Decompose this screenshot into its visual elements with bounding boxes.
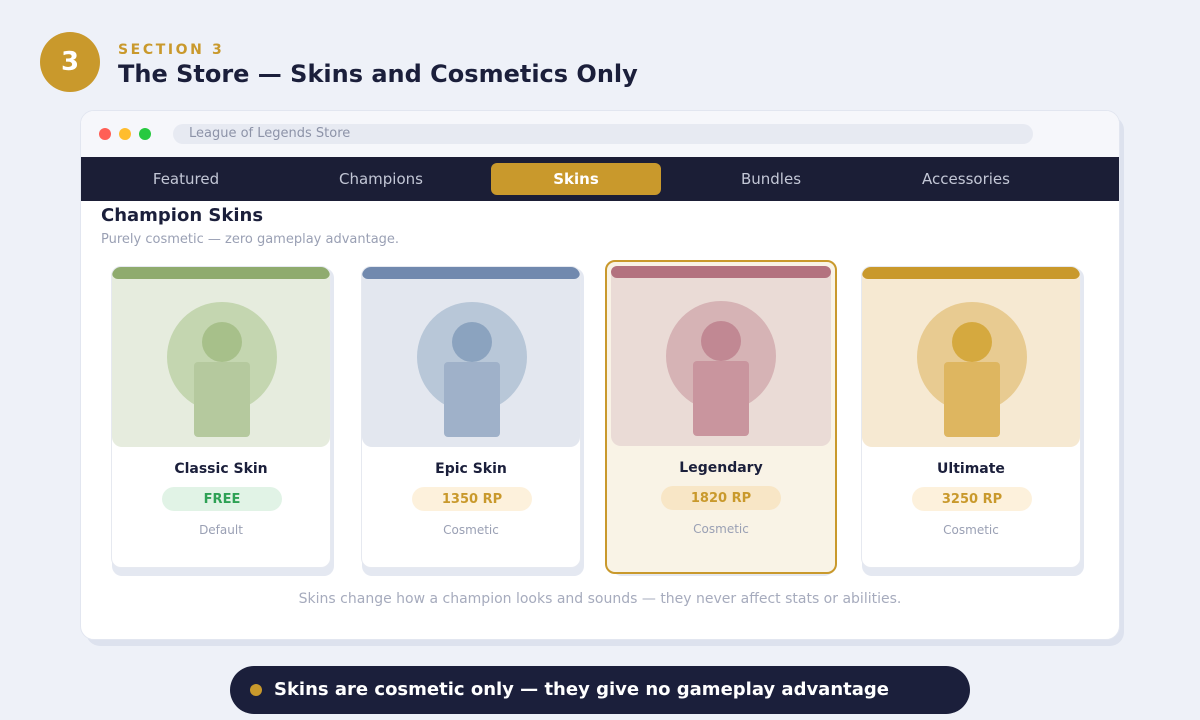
champion-head-icon <box>952 322 992 362</box>
maximize-window-dot-icon[interactable] <box>139 128 151 140</box>
skin-name: Legendary <box>679 460 763 476</box>
page-title: The Store — Skins and Cosmetics Only <box>118 60 638 88</box>
tab-bundles[interactable]: Bundles <box>686 163 856 195</box>
skin-card-legendary[interactable]: Legendary 1820 RP Cosmetic <box>605 260 837 574</box>
section-kicker: SECTION 3 <box>118 42 225 58</box>
bullet-dot-icon <box>250 684 262 696</box>
tab-accessories[interactable]: Accessories <box>881 163 1051 195</box>
takeaway-text: Skins are cosmetic only — they give no g… <box>274 679 889 700</box>
price-badge[interactable]: FREE <box>162 487 282 511</box>
skin-name: Ultimate <box>937 461 1005 477</box>
champion-head-icon <box>701 321 741 361</box>
skin-name: Epic Skin <box>435 461 507 477</box>
skin-type: Default <box>199 523 243 537</box>
tab-featured[interactable]: Featured <box>101 163 271 195</box>
skin-card-ultimate[interactable]: Ultimate 3250 RP Cosmetic <box>861 266 1081 568</box>
rarity-bar <box>112 267 330 279</box>
tab-skins[interactable]: Skins <box>491 163 661 195</box>
skin-type: Cosmetic <box>693 522 749 536</box>
rarity-bar <box>362 267 580 279</box>
skin-type: Cosmetic <box>443 523 499 537</box>
minimize-window-dot-icon[interactable] <box>119 128 131 140</box>
champion-body-icon <box>693 361 749 436</box>
section-number-badge: 3 <box>40 32 100 92</box>
champion-body-icon <box>444 362 500 437</box>
champion-body-icon <box>944 362 1000 437</box>
store-footnote: Skins change how a champion looks and so… <box>298 591 902 607</box>
takeaway-banner: Skins are cosmetic only — they give no g… <box>230 666 970 714</box>
rarity-bar <box>611 266 831 278</box>
skin-card-classic[interactable]: Classic Skin FREE Default <box>111 266 331 568</box>
content-title: Champion Skins <box>101 205 264 226</box>
champion-body-icon <box>194 362 250 437</box>
skin-name: Classic Skin <box>174 461 268 477</box>
skin-type: Cosmetic <box>943 523 999 537</box>
champion-head-icon <box>202 322 242 362</box>
price-badge[interactable]: 1350 RP <box>412 487 532 511</box>
tab-champions[interactable]: Champions <box>296 163 466 195</box>
address-bar[interactable]: League of Legends Store <box>173 124 1033 144</box>
price-badge[interactable]: 3250 RP <box>912 487 1032 511</box>
store-window: League of Legends Store Featured Champio… <box>80 110 1120 640</box>
store-nav: Featured Champions Skins Bundles Accesso… <box>81 157 1119 201</box>
skin-card-epic[interactable]: Epic Skin 1350 RP Cosmetic <box>361 266 581 568</box>
window-titlebar: League of Legends Store <box>81 111 1119 157</box>
close-window-dot-icon[interactable] <box>99 128 111 140</box>
price-badge[interactable]: 1820 RP <box>661 486 781 510</box>
rarity-bar <box>862 267 1080 279</box>
content-subtitle: Purely cosmetic — zero gameplay advantag… <box>101 232 400 247</box>
champion-head-icon <box>452 322 492 362</box>
